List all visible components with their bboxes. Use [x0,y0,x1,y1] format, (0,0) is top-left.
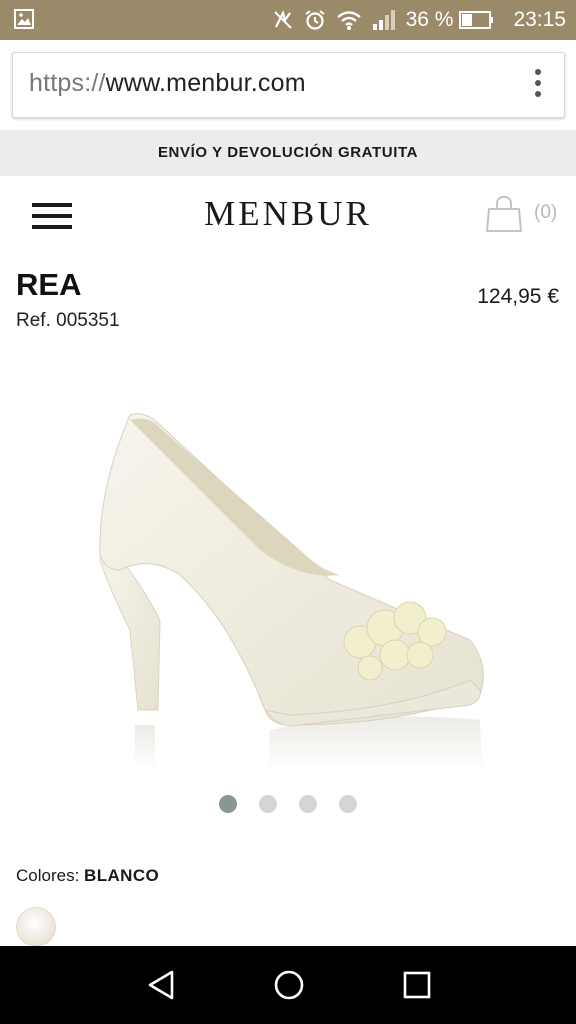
product-name: REA [16,267,82,302]
wifi-icon [336,11,361,30]
url-text[interactable]: https://www.menbur.com [29,69,306,98]
browser-menu-icon[interactable] [534,69,542,101]
recents-icon[interactable] [400,968,434,1002]
promo-text: ENVÍO Y DEVOLUCIÓN GRATUITA [157,144,419,161]
status-bar: 36 % 23:15 [0,0,576,40]
address-bar[interactable]: https://www.menbur.com [12,52,565,118]
product-reference: Ref. 005351 [16,310,120,331]
alarm-icon [304,10,325,30]
home-icon[interactable] [272,968,306,1002]
color-swatch-blanco[interactable] [16,907,56,947]
back-icon[interactable] [144,968,178,1002]
android-nav-bar [0,946,576,1024]
color-value: BLANCO [84,866,160,885]
site-header: MENBUR (0) [0,176,576,256]
carousel-dot[interactable] [219,795,237,813]
url-host: www.menbur.com [105,69,306,97]
product-price: 124,95 € [477,285,559,308]
product-image[interactable] [0,380,576,780]
carousel-dot[interactable] [259,795,277,813]
clock: 23:15 [513,8,566,31]
battery-percent: 36 % [405,8,454,31]
shopping-bag-icon[interactable] [486,195,522,233]
carousel-dot[interactable] [339,795,357,813]
promo-banner: ENVÍO Y DEVOLUCIÓN GRATUITA [0,130,576,176]
url-scheme: https:// [29,69,106,97]
signal-icon [372,10,395,30]
colors-label: Colores: [16,866,80,885]
gallery-icon [14,9,34,29]
carousel-dot[interactable] [299,795,317,813]
colors-row: Colores: BLANCO [16,866,159,886]
battery-icon [459,11,494,29]
nfc-off-icon [273,9,292,29]
browser-toolbar: https://www.menbur.com [0,40,576,130]
cart-count[interactable]: (0) [534,202,557,224]
image-carousel-dots [0,795,576,815]
